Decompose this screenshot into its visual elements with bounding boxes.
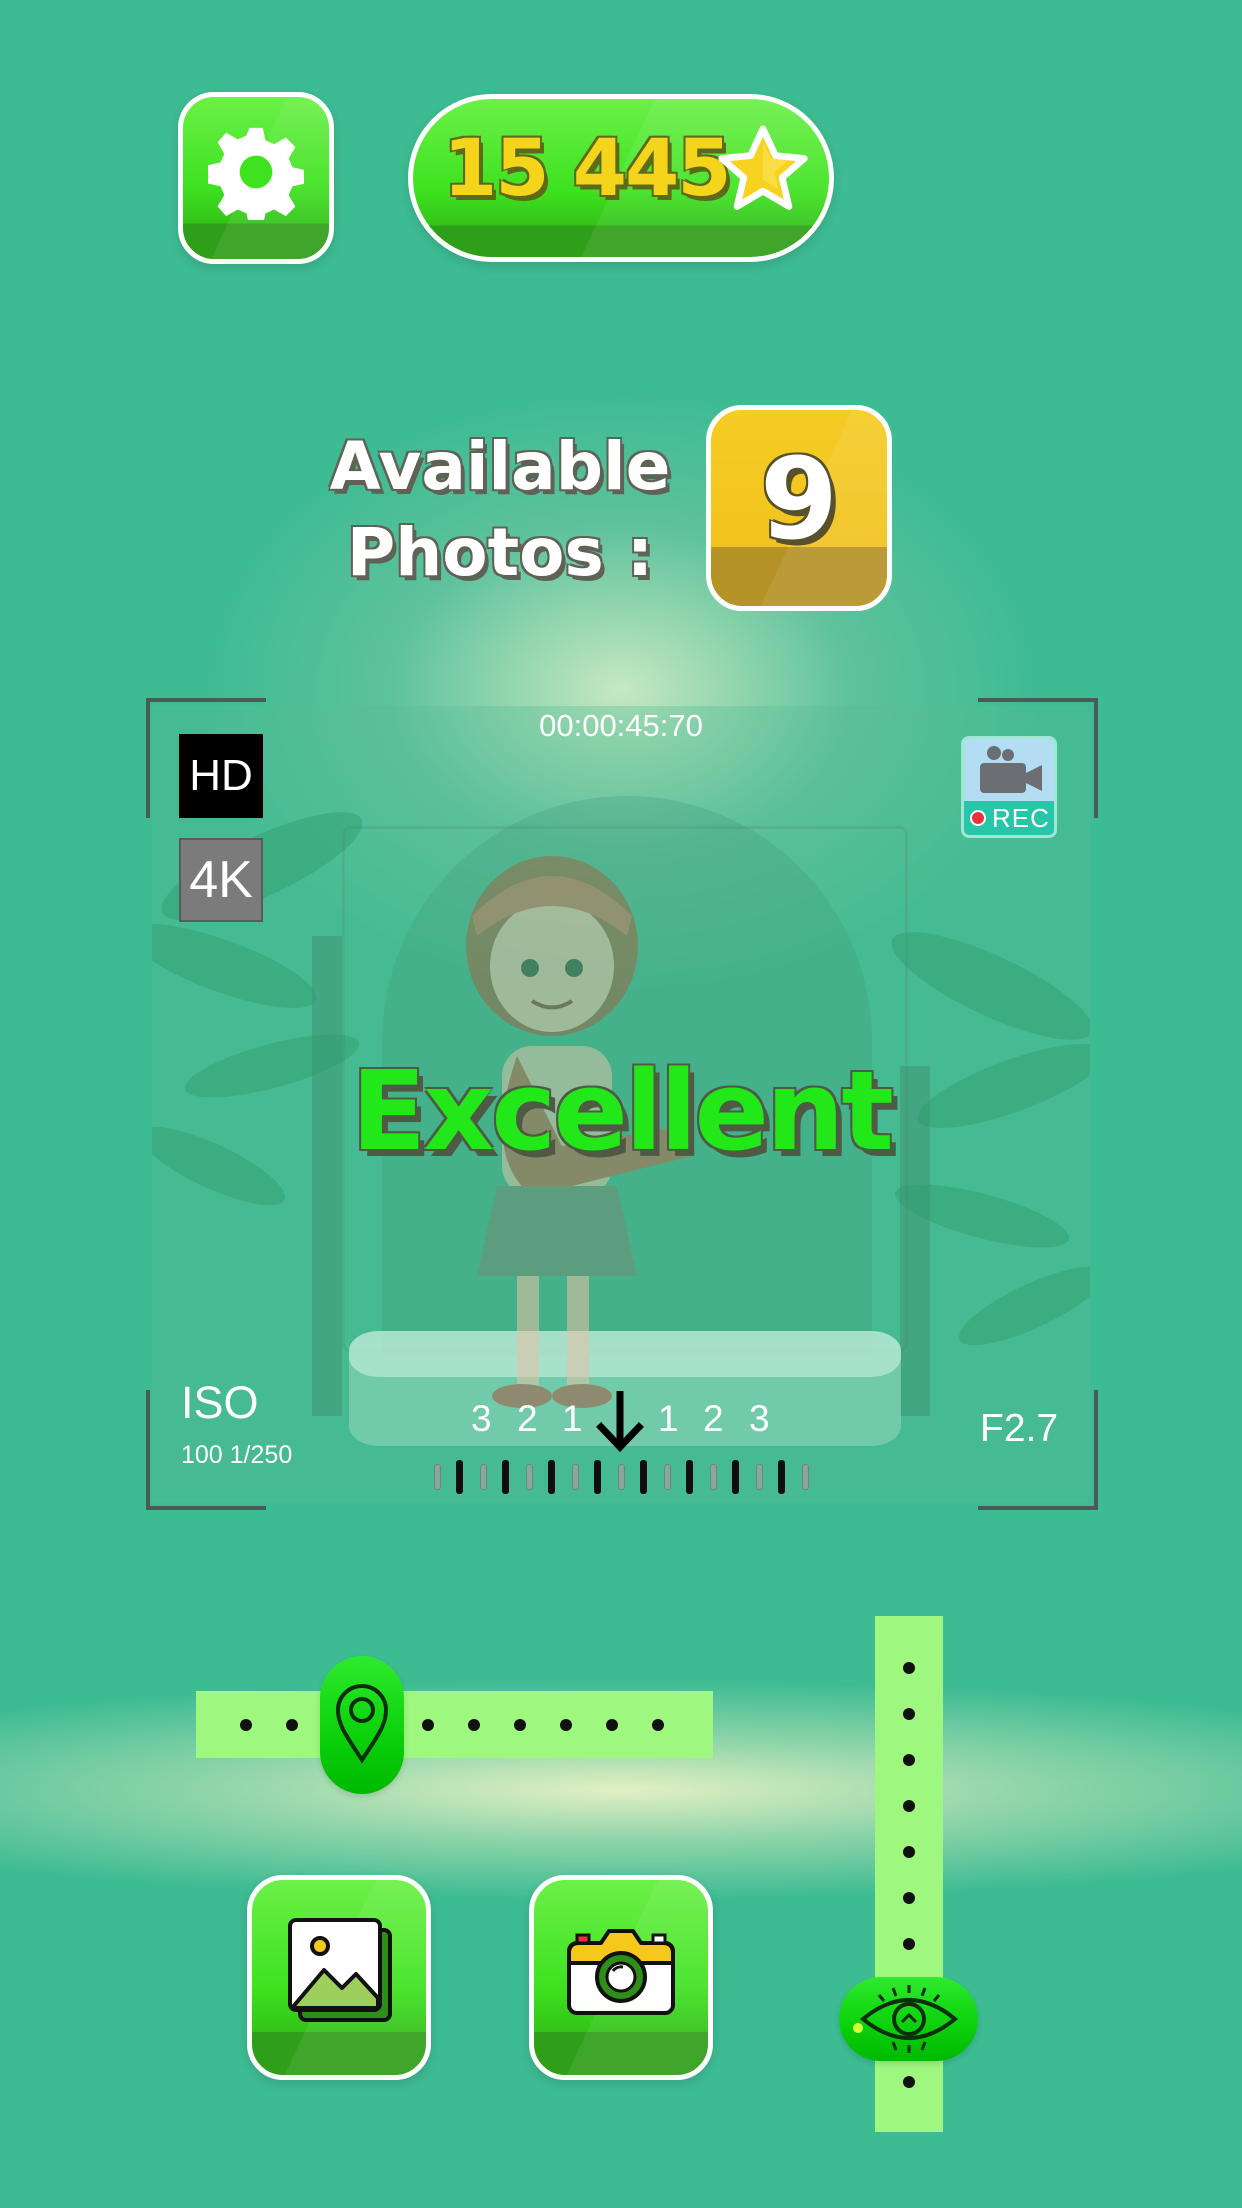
available-photos-line2: Photos : — [346, 514, 654, 591]
scale-tick — [710, 1464, 717, 1490]
gear-icon — [208, 127, 304, 220]
arrow-down-icon — [596, 1391, 644, 1453]
scale-tick — [756, 1464, 763, 1490]
slider-dot — [903, 1708, 915, 1720]
scale-tick — [548, 1460, 555, 1494]
quality-4k-button[interactable]: 4K — [179, 838, 263, 922]
available-photos-line1: Available — [329, 428, 671, 505]
photo-count-badge: 9 — [706, 405, 892, 611]
scale-tick — [802, 1464, 809, 1490]
slider-dot — [903, 1754, 915, 1766]
scale-tick — [456, 1460, 463, 1494]
scale-tick — [480, 1464, 487, 1490]
scale-tick — [686, 1460, 693, 1494]
available-photos-label: Available Photos : — [318, 424, 682, 596]
slider-dot — [652, 1719, 664, 1731]
slider-dot — [903, 2076, 915, 2088]
scale-label-right-2: 2 — [703, 1398, 724, 1439]
scale-label-right-3: 3 — [749, 1398, 770, 1439]
frame-corner-top-right — [978, 698, 1098, 818]
scale-tick — [664, 1464, 671, 1490]
scale-tick — [502, 1460, 509, 1494]
scale-tick — [732, 1460, 739, 1494]
slider-dot — [560, 1719, 572, 1731]
scale-tick — [434, 1464, 441, 1490]
scale-label-left-2: 2 — [517, 1398, 538, 1439]
scale-tick — [640, 1460, 647, 1494]
eye-icon — [859, 1985, 959, 2053]
scale-tick — [526, 1464, 533, 1490]
gallery-icon — [288, 1917, 392, 2022]
score-value: 15 445 — [443, 124, 732, 214]
horizontal-slider-handle[interactable] — [320, 1656, 404, 1794]
scale-tick — [618, 1464, 625, 1490]
scale-label-left-3: 3 — [471, 1398, 492, 1439]
settings-button[interactable] — [178, 92, 334, 264]
frame-corner-top-left — [146, 698, 266, 818]
slider-dot — [468, 1719, 480, 1731]
gallery-button[interactable] — [247, 1875, 431, 2080]
horizontal-slider-track[interactable] — [196, 1691, 713, 1758]
vertical-slider-handle[interactable] — [839, 1977, 978, 2061]
slider-dot — [606, 1719, 618, 1731]
star-icon — [718, 125, 808, 210]
slider-dot — [903, 1892, 915, 1904]
slider-dot — [903, 1800, 915, 1812]
score-display: 15 445 — [408, 94, 834, 262]
shot-rating: Excellent — [351, 1047, 894, 1175]
slider-dot — [286, 1719, 298, 1731]
capture-photo-button[interactable] — [529, 1875, 713, 2080]
scale-tick — [778, 1460, 785, 1494]
slider-dot — [903, 1938, 915, 1950]
photo-count-value: 9 — [760, 435, 838, 565]
camera-viewfinder: 00:00:45:70 HD 4K REC Excellent ISO 100 … — [152, 706, 1090, 1502]
recording-timer: 00:00:45:70 — [539, 708, 703, 743]
slider-dot — [514, 1719, 526, 1731]
camera-icon — [567, 1928, 675, 2015]
slider-dot — [422, 1719, 434, 1731]
frame-corner-bottom-right — [978, 1390, 1098, 1510]
scale-tick — [572, 1464, 579, 1490]
slider-dot — [903, 1662, 915, 1674]
slider-dot — [240, 1719, 252, 1731]
location-pin-icon — [335, 1684, 389, 1764]
frame-corner-bottom-left — [146, 1390, 266, 1510]
slider-dot — [903, 1846, 915, 1858]
scale-label-right-1: 1 — [658, 1398, 679, 1439]
scale-tick — [594, 1460, 601, 1494]
scale-label-left-1: 1 — [562, 1398, 583, 1439]
